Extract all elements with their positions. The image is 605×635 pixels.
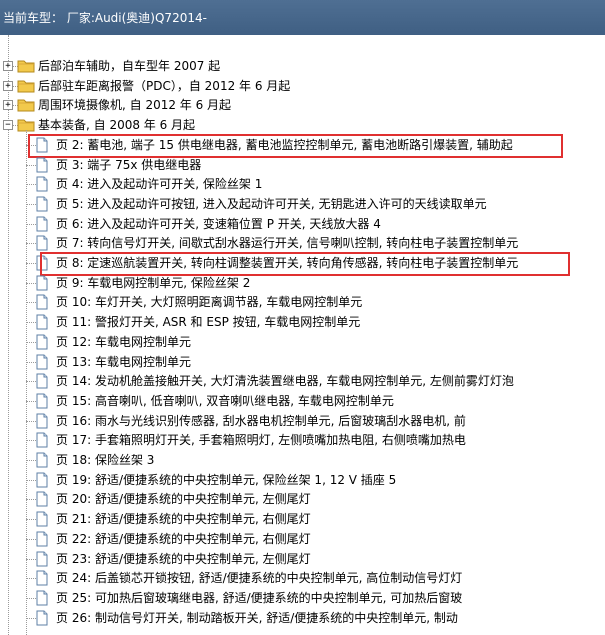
page-label: 页 16: 雨水与光线识别传感器, 刮水器电机控制单元, 后窗玻璃刮水器电机, …	[56, 413, 466, 428]
page-row[interactable]: 页 13: 车载电网控制单元	[0, 353, 605, 372]
folder-icon	[17, 78, 35, 93]
page-row[interactable]: 页 22: 舒适/便捷系统的中央控制单元, 右侧尾灯	[0, 530, 605, 549]
document-icon	[34, 531, 50, 547]
folder-row[interactable]: + 周围环境摄像机, 自 2012 年 6 月起	[0, 96, 605, 115]
current-model-label: 当前车型： 厂家:Audi(奥迪)Q72014-	[3, 11, 207, 25]
page-row[interactable]: 页 19: 舒适/便捷系统的中央控制单元, 保险丝架 1, 12 V 插座 5	[0, 471, 605, 490]
header-bar: 当前车型： 厂家:Audi(奥迪)Q72014-	[0, 0, 605, 35]
document-icon	[34, 275, 50, 291]
document-icon	[34, 511, 50, 527]
page-row[interactable]: 页 26: 制动信号灯开关, 制动踏板开关, 舒适/便捷系统的中央控制单元, 制…	[0, 609, 605, 628]
expand-toggle-icon[interactable]: +	[3, 80, 13, 91]
page-label: 页 17: 手套箱照明灯开关, 手套箱照明灯, 左侧喷嘴加热电阻, 右侧喷嘴加热…	[56, 433, 466, 448]
folder-label: 后部泊车辅助，自车型年 2007 起	[38, 59, 221, 73]
document-icon	[34, 551, 50, 567]
page-row[interactable]: 页 5: 进入及起动许可按钮, 进入及起动许可开关, 无钥匙进入许可的天线读取单…	[0, 195, 605, 214]
folder-row[interactable]: − 基本装备, 自 2008 年 6 月起	[0, 116, 605, 135]
document-icon	[34, 235, 50, 251]
page-label: 页 5: 进入及起动许可按钮, 进入及起动许可开关, 无钥匙进入许可的天线读取单…	[56, 196, 487, 211]
highlight-box	[40, 252, 570, 276]
page-row[interactable]: 页 11: 警报灯开关, ASR 和 ESP 按钮, 车载电网控制单元	[0, 313, 605, 332]
document-icon	[34, 432, 50, 448]
page-row[interactable]: 页 9: 车载电网控制单元, 保险丝架 2	[0, 274, 605, 293]
page-label: 页 9: 车载电网控制单元, 保险丝架 2	[56, 275, 251, 290]
document-icon	[34, 472, 50, 488]
page-label: 页 11: 警报灯开关, ASR 和 ESP 按钮, 车载电网控制单元	[56, 315, 361, 330]
page-label: 页 14: 发动机舱盖接触开关, 大灯清洗装置继电器, 车载电网控制单元, 左侧…	[56, 374, 514, 389]
page-row[interactable]: 页 16: 雨水与光线识别传感器, 刮水器电机控制单元, 后窗玻璃刮水器电机, …	[0, 412, 605, 431]
document-icon	[34, 452, 50, 468]
page-label: 页 7: 转向信号灯开关, 间歇式刮水器运行开关, 信号喇叭控制, 转向柱电子装…	[56, 236, 519, 251]
page-label: 页 15: 高音喇叭, 低音喇叭, 双音喇叭继电器, 车载电网控制单元	[56, 393, 394, 408]
page-row[interactable]: 页 17: 手套箱照明灯开关, 手套箱照明灯, 左侧喷嘴加热电阻, 右侧喷嘴加热…	[0, 431, 605, 450]
page-label: 页 13: 车载电网控制单元	[56, 354, 191, 369]
page-label: 页 10: 车灯开关, 大灯照明距离调节器, 车载电网控制单元	[56, 295, 363, 310]
document-icon	[34, 216, 50, 232]
page-label: 页 22: 舒适/便捷系统的中央控制单元, 右侧尾灯	[56, 531, 311, 546]
document-icon	[34, 590, 50, 606]
page-label: 页 4: 进入及起动许可开关, 保险丝架 1	[56, 177, 263, 192]
expand-toggle-icon[interactable]: +	[3, 61, 13, 71]
page-label: 页 26: 制动信号灯开关, 制动踏板开关, 舒适/便捷系统的中央控制单元, 制…	[56, 610, 458, 625]
page-label: 页 25: 可加热后窗玻璃继电器, 舒适/便捷系统的中央控制单元, 可加热后窗玻	[56, 590, 463, 605]
folder-icon	[17, 97, 35, 112]
folder-label: 后部驻车距离报警（PDC），自 2012 年 6 月起	[38, 78, 291, 93]
page-label: 页 24: 后盖锁芯开锁按钮, 舒适/便捷系统的中央控制单元, 高位制动信号灯灯	[56, 571, 463, 586]
document-icon	[34, 294, 50, 310]
document-icon	[34, 393, 50, 409]
folder-row-partial[interactable]	[0, 35, 605, 45]
document-icon	[34, 176, 50, 192]
folder-icon	[17, 58, 35, 73]
folder-row[interactable]: + 后部泊车辅助，自车型年 2007 起	[0, 57, 605, 76]
page-label: 页 18: 保险丝架 3	[56, 453, 155, 467]
document-icon	[34, 413, 50, 429]
document-icon	[34, 354, 50, 370]
page-label: 页 21: 舒适/便捷系统的中央控制单元, 右侧尾灯	[56, 512, 311, 527]
document-icon	[34, 610, 50, 626]
document-icon	[34, 314, 50, 330]
page-label: 页 20: 舒适/便捷系统的中央控制单元, 左侧尾灯	[56, 492, 311, 507]
page-row[interactable]: 页 15: 高音喇叭, 低音喇叭, 双音喇叭继电器, 车载电网控制单元	[0, 392, 605, 411]
page-row[interactable]: 页 7: 转向信号灯开关, 间歇式刮水器运行开关, 信号喇叭控制, 转向柱电子装…	[0, 234, 605, 253]
folder-row[interactable]: + 后部驻车距离报警（PDC），自 2012 年 6 月起	[0, 77, 605, 96]
page-row[interactable]: 页 25: 可加热后窗玻璃继电器, 舒适/便捷系统的中央控制单元, 可加热后窗玻	[0, 589, 605, 608]
document-icon	[34, 157, 50, 173]
folder-label: 基本装备, 自 2008 年 6 月起	[38, 118, 196, 133]
page-label: 页 19: 舒适/便捷系统的中央控制单元, 保险丝架 1, 12 V 插座 5	[56, 472, 397, 487]
expand-toggle-icon[interactable]: +	[3, 100, 13, 111]
page-label: 页 3: 端子 75x 供电继电器	[56, 157, 202, 172]
page-row[interactable]: 页 10: 车灯开关, 大灯照明距离调节器, 车载电网控制单元	[0, 293, 605, 312]
page-label: 页 12: 车载电网控制单元	[56, 334, 191, 349]
wiring-diagram-tree[interactable]: + 后部泊车辅助，自车型年 2007 起 + 后部驻车距离报警（PDC），自 2012…	[0, 35, 605, 635]
page-row[interactable]: 页 21: 舒适/便捷系统的中央控制单元, 右侧尾灯	[0, 510, 605, 529]
page-row[interactable]: 页 14: 发动机舱盖接触开关, 大灯清洗装置继电器, 车载电网控制单元, 左侧…	[0, 372, 605, 391]
page-row[interactable]: 页 23: 舒适/便捷系统的中央控制单元, 左侧尾灯	[0, 550, 605, 569]
highlight-box	[28, 133, 563, 158]
document-icon	[34, 570, 50, 586]
collapse-toggle-icon[interactable]: −	[3, 120, 13, 131]
document-icon	[34, 373, 50, 389]
page-row[interactable]: 页 18: 保险丝架 3	[0, 451, 605, 470]
document-icon	[34, 196, 50, 212]
folder-label: 周围环境摄像机, 自 2012 年 6 月起	[38, 98, 232, 113]
document-icon	[34, 491, 50, 507]
page-row[interactable]: 页 3: 端子 75x 供电继电器	[0, 156, 605, 175]
page-row[interactable]: 页 20: 舒适/便捷系统的中央控制单元, 左侧尾灯	[0, 490, 605, 509]
page-label: 页 23: 舒适/便捷系统的中央控制单元, 左侧尾灯	[56, 551, 311, 566]
page-label: 页 6: 进入及起动许可开关, 变速箱位置 P 开关, 天线放大器 4	[56, 216, 381, 231]
document-icon	[34, 334, 50, 350]
page-row[interactable]: 页 24: 后盖锁芯开锁按钮, 舒适/便捷系统的中央控制单元, 高位制动信号灯灯	[0, 569, 605, 588]
page-row[interactable]: 页 4: 进入及起动许可开关, 保险丝架 1	[0, 175, 605, 194]
page-row[interactable]: 页 6: 进入及起动许可开关, 变速箱位置 P 开关, 天线放大器 4	[0, 215, 605, 234]
page-row[interactable]: 页 12: 车载电网控制单元	[0, 333, 605, 352]
